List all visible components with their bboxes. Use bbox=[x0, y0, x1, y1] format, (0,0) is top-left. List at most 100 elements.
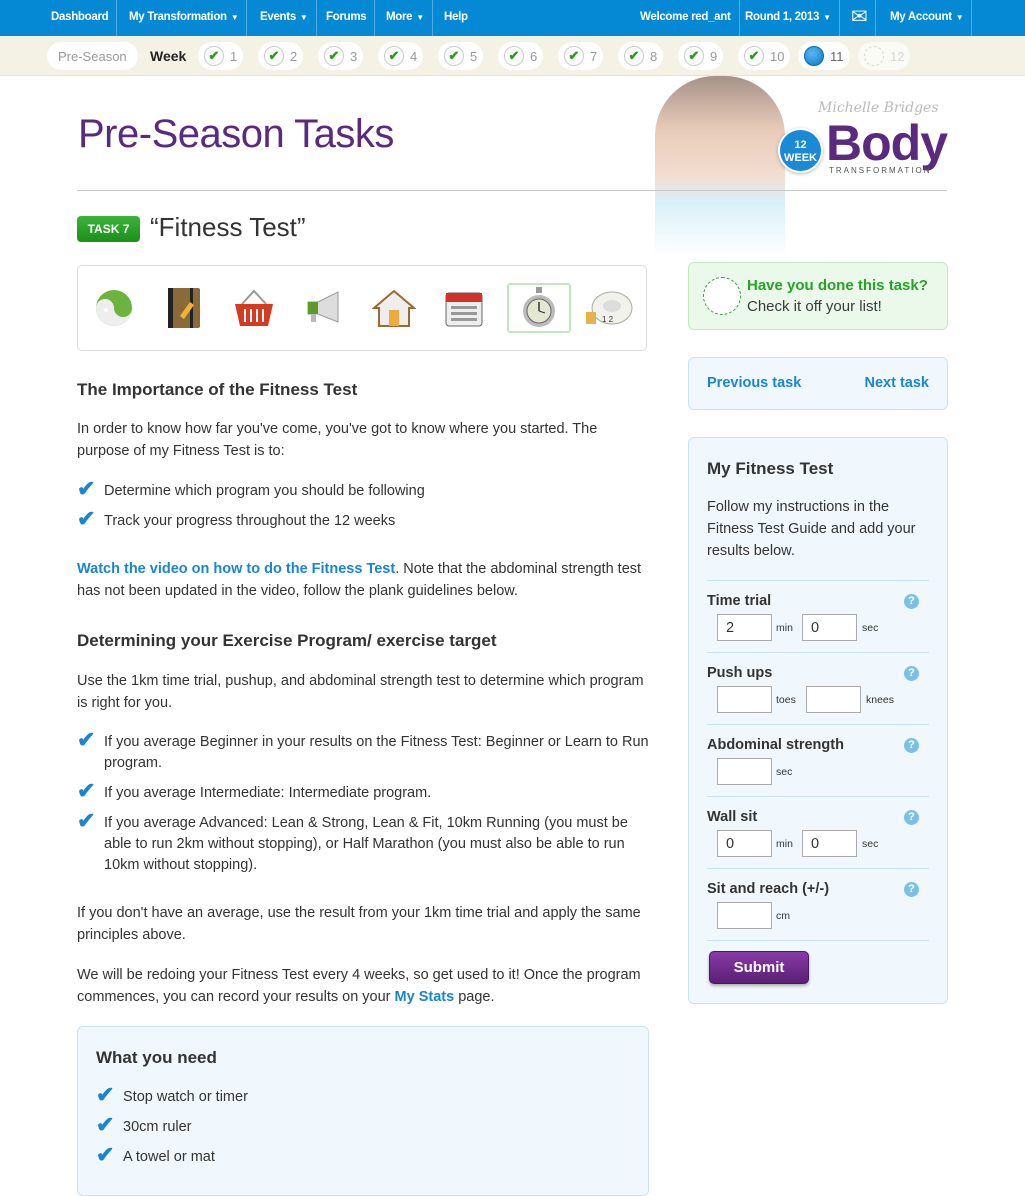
account-label: My Account bbox=[890, 11, 952, 23]
top-nav: Dashboard My Transformation ▼ Events ▼ For… bbox=[0, 0, 1025, 36]
nav-help[interactable]: Help bbox=[436, 0, 476, 36]
house-icon[interactable] bbox=[362, 283, 426, 333]
week-3-tab[interactable]: ✔ 3 bbox=[318, 42, 364, 70]
wall-sit-sec-input[interactable] bbox=[802, 830, 857, 857]
week-2-tab[interactable]: ✔ 2 bbox=[258, 42, 304, 70]
week-4-tab[interactable]: ✔ 4 bbox=[378, 42, 424, 70]
check-icon: ✔ bbox=[96, 1082, 115, 1107]
preseason-tab[interactable]: Pre-Season bbox=[47, 42, 138, 70]
help-icon[interactable]: ? bbox=[904, 882, 919, 897]
check-icon: ✔ bbox=[384, 46, 404, 66]
round-select[interactable]: Round 1, 2013 ▼ bbox=[737, 0, 840, 36]
list-item: ✔ A towel or mat bbox=[96, 1144, 671, 1168]
time-trial-sec-input[interactable] bbox=[802, 614, 857, 641]
list-item: ✔ Determine which program you should be f… bbox=[77, 478, 652, 502]
nav-label: Dashboard bbox=[51, 11, 109, 23]
stopwatch-icon[interactable] bbox=[507, 283, 571, 333]
submit-button[interactable]: Submit bbox=[709, 951, 809, 984]
nav-more[interactable]: More ▼ bbox=[378, 0, 433, 36]
check-icon: ✔ bbox=[684, 46, 704, 66]
check-icon: ✔ bbox=[96, 1112, 115, 1137]
divider bbox=[707, 940, 929, 941]
wall-sit-min-input[interactable] bbox=[717, 830, 772, 857]
week-bar: Pre-Season Week ✔ 1 ✔ 2 ✔ 3 ✔ 4 ✔ 5 ✔ 6 ✔ 7 ✔ 8 ✔ 9 ✔ 10 11 1… bbox=[0, 36, 1025, 76]
nav-forums[interactable]: Forums bbox=[318, 0, 376, 36]
check-icon: ✔ bbox=[324, 46, 344, 66]
task-done-checkbox[interactable]: Have you done this task? Check it off yo… bbox=[688, 262, 948, 330]
help-icon[interactable]: ? bbox=[904, 666, 919, 681]
12-week-badge: 12 WEEK bbox=[778, 128, 823, 173]
week-number: 1 bbox=[230, 48, 238, 64]
field-label: Wall sit bbox=[707, 809, 758, 825]
help-icon[interactable]: ? bbox=[904, 810, 919, 825]
logo-body: Body bbox=[826, 115, 948, 171]
week-11-tab[interactable]: 11 bbox=[798, 42, 850, 70]
week-7-tab[interactable]: ✔ 7 bbox=[558, 42, 604, 70]
form-intro: Follow my instructions in the Fitness Te… bbox=[707, 499, 916, 559]
time-trial-min-input[interactable] bbox=[717, 614, 772, 641]
push-ups-knees-input[interactable] bbox=[806, 686, 861, 713]
nav-label: My Transformation bbox=[129, 11, 227, 23]
list-item: ✔ Stop watch or timer bbox=[96, 1082, 671, 1108]
welcome-text: Welcome red_ant bbox=[632, 0, 740, 36]
nav-label: Events bbox=[260, 11, 296, 23]
week-6-tab[interactable]: ✔ 6 bbox=[498, 42, 544, 70]
video-link[interactable]: Watch the video on how to do the Fitness… bbox=[77, 561, 395, 577]
push-ups-toes-input[interactable] bbox=[717, 686, 772, 713]
next-task-link[interactable]: Next task bbox=[865, 375, 929, 391]
list-text: If you average Advanced: Lean & Strong, … bbox=[104, 815, 628, 873]
empty-check-circle-icon[interactable] bbox=[703, 277, 741, 315]
week-1-tab[interactable]: ✔ 1 bbox=[198, 42, 244, 70]
week-12-tab[interactable]: 12 bbox=[858, 42, 911, 70]
abdominal-sec-input[interactable] bbox=[717, 758, 772, 785]
nav-my-transformation[interactable]: My Transformation ▼ bbox=[121, 0, 248, 36]
list-text: Track your progress throughout the 12 we… bbox=[104, 513, 396, 529]
field-label: Sit and reach (+/-) bbox=[707, 881, 830, 897]
check-icon: ✔ bbox=[77, 778, 96, 803]
week-number: 2 bbox=[290, 48, 298, 64]
caret-down-icon: ▼ bbox=[230, 13, 239, 22]
caret-down-icon: ▼ bbox=[416, 13, 424, 22]
mail-icon[interactable]: ✉ bbox=[843, 0, 877, 36]
week-number: 4 bbox=[410, 48, 418, 64]
nav-dashboard[interactable]: Dashboard bbox=[43, 0, 118, 36]
week-10-tab[interactable]: ✔ 10 bbox=[738, 42, 791, 70]
nav-events[interactable]: Events ▼ bbox=[252, 0, 317, 36]
list-text: If you average Beginner in your results … bbox=[104, 734, 649, 771]
check-icon: ✔ bbox=[77, 808, 96, 833]
week-number: 10 bbox=[770, 48, 785, 64]
help-icon[interactable]: ? bbox=[904, 594, 919, 609]
yin-yang-icon[interactable] bbox=[82, 283, 146, 333]
my-stats-link[interactable]: My Stats bbox=[395, 989, 455, 1005]
my-account-menu[interactable]: My Account ▼ bbox=[882, 0, 973, 36]
push-ups-section: Push ups ? toes knees bbox=[707, 652, 929, 724]
check-icon: ✔ bbox=[444, 46, 464, 66]
list-item: ✔ If you average Intermediate: Intermedia… bbox=[77, 778, 652, 804]
sit-reach-cm-input[interactable] bbox=[717, 902, 772, 929]
week-number: 12 bbox=[890, 48, 905, 64]
paragraph: We will be redoing your Fitness Test eve… bbox=[77, 964, 647, 1008]
help-icon[interactable]: ? bbox=[904, 738, 919, 753]
tape-measure-icon[interactable]: 1 2 bbox=[577, 283, 641, 333]
check-icon: ✔ bbox=[77, 506, 96, 531]
field-label: Time trial bbox=[707, 593, 772, 609]
fitness-test-form: My Fitness Test Follow my instructions i… bbox=[688, 437, 948, 1004]
form-title: My Fitness Test bbox=[707, 459, 834, 478]
task-nav: Previous task Next task bbox=[688, 357, 948, 410]
caret-down-icon: ▼ bbox=[299, 13, 308, 22]
caret-down-icon: ▼ bbox=[955, 13, 964, 22]
notebook-icon[interactable] bbox=[152, 283, 216, 333]
abdominal-strength-section: Abdominal strength ? sec bbox=[707, 724, 929, 796]
week-9-tab[interactable]: ✔ 9 bbox=[678, 42, 724, 70]
calendar-icon[interactable] bbox=[432, 283, 496, 333]
week-number: 11 bbox=[830, 48, 844, 64]
megaphone-icon[interactable] bbox=[292, 283, 356, 333]
week-8-tab[interactable]: ✔ 8 bbox=[618, 42, 664, 70]
week-5-tab[interactable]: ✔ 5 bbox=[438, 42, 484, 70]
paragraph: Watch the video on how to do the Fitness… bbox=[77, 558, 647, 602]
week-number: 7 bbox=[590, 48, 598, 64]
trainer-photo bbox=[655, 76, 785, 256]
done-question: Have you done this task? bbox=[747, 277, 928, 294]
basket-icon[interactable] bbox=[222, 283, 286, 333]
previous-task-link[interactable]: Previous task bbox=[707, 375, 801, 391]
